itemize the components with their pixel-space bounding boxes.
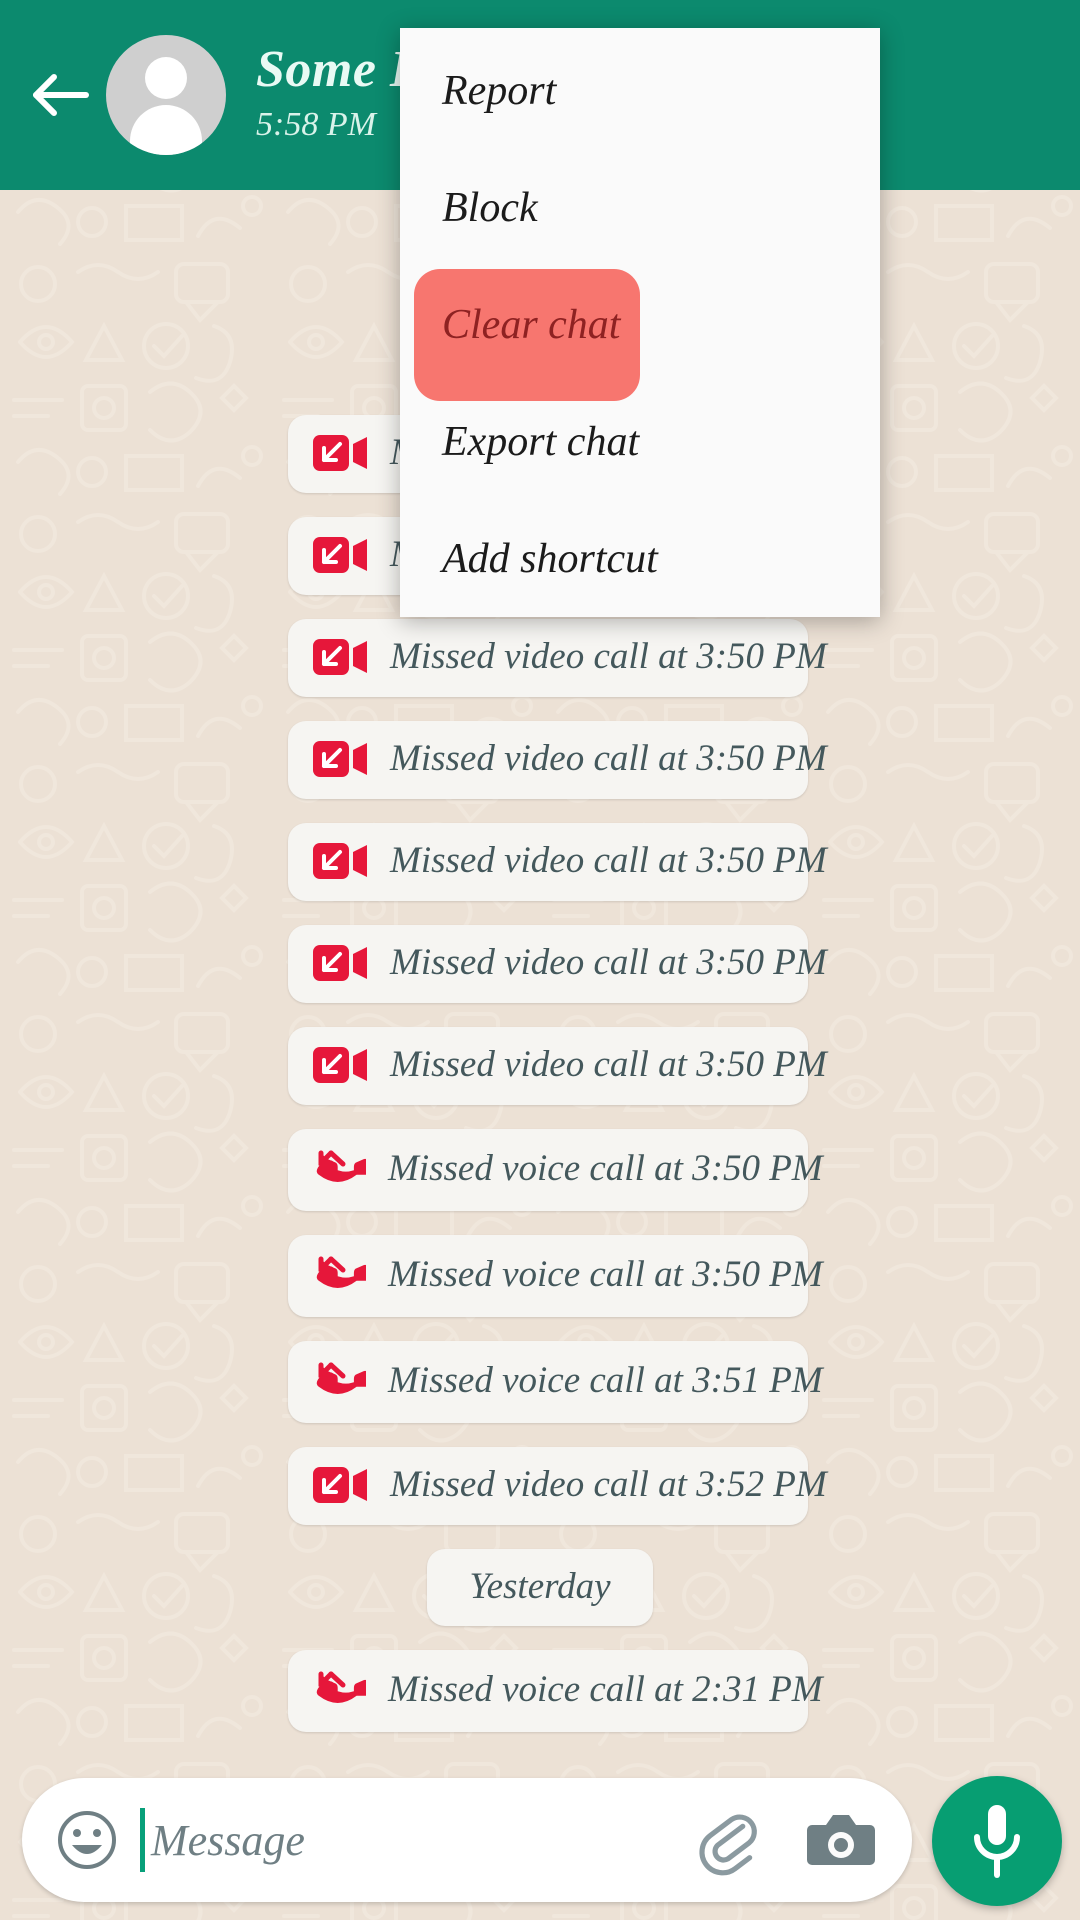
call-message-bubble[interactable]: Missed voice call at 3:51 PM [288, 1341, 823, 1423]
menu-item-export-chat[interactable]: Export chat [400, 383, 880, 500]
message-row[interactable]: Missed video call at 3:50 PM [0, 1027, 1080, 1105]
call-message-bubble[interactable]: Missed video call at 3:50 PM [288, 925, 827, 1003]
message-row[interactable]: Missed video call at 3:52 PM [0, 1447, 1080, 1525]
menu-item-block[interactable]: Block [400, 149, 880, 266]
menu-item-add-shortcut[interactable]: Add shortcut [400, 500, 880, 617]
call-message-text: Missed video call at 3:50 PM [390, 635, 827, 677]
message-input[interactable]: Message [140, 1778, 652, 1902]
text-cursor [140, 1808, 145, 1872]
menu-item-label: Report [442, 67, 557, 114]
message-input-container[interactable]: Message [22, 1778, 912, 1902]
missed-video-call-icon [312, 1463, 368, 1507]
call-message-bubble[interactable]: Missed video call at 3:50 PM [288, 619, 827, 697]
menu-item-report[interactable]: Report [400, 32, 880, 149]
call-message-text: Missed video call at 3:50 PM [390, 941, 827, 983]
call-message-bubble[interactable]: Missed voice call at 3:50 PM [288, 1235, 823, 1317]
message-row[interactable]: Missed video call at 3:50 PM [0, 619, 1080, 697]
paperclip-icon[interactable] [690, 1802, 766, 1878]
call-message-bubble[interactable]: Missed video call at 3:50 PM [288, 1027, 827, 1105]
missed-voice-call-icon [312, 1357, 366, 1405]
missed-video-call-icon [312, 941, 368, 985]
call-message-text: Missed video call at 3:50 PM [390, 1043, 827, 1085]
message-row[interactable]: Missed video call at 3:50 PM [0, 823, 1080, 901]
missed-voice-call-icon [312, 1666, 366, 1714]
message-row[interactable]: Missed voice call at 3:51 PM [0, 1341, 1080, 1423]
menu-item-label: Add shortcut [442, 535, 658, 582]
composer-bar: Message [0, 1770, 1080, 1920]
call-message-bubble[interactable]: Missed voice call at 3:50 PM [288, 1129, 823, 1211]
missed-video-call-icon [312, 839, 368, 883]
menu-item-label: Clear chat [442, 301, 621, 348]
message-row[interactable]: Missed video call at 3:50 PM [0, 721, 1080, 799]
call-message-bubble[interactable]: Missed video call at 3:50 PM [288, 823, 827, 901]
missed-video-call-icon [312, 1043, 368, 1087]
call-message-text: Missed voice call at 3:50 PM [388, 1253, 823, 1295]
voice-record-button[interactable] [932, 1776, 1062, 1906]
call-message-text: Missed video call at 3:52 PM [390, 1463, 827, 1505]
camera-icon[interactable] [804, 1807, 878, 1873]
call-message-bubble[interactable]: Missed video call at 3:52 PM [288, 1447, 827, 1525]
message-row[interactable]: Missed voice call at 3:50 PM [0, 1235, 1080, 1317]
message-row[interactable]: Missed video call at 3:50 PM [0, 925, 1080, 1003]
message-placeholder: Message [151, 1815, 305, 1865]
avatar[interactable] [106, 35, 226, 155]
emoji-smiley-icon[interactable] [56, 1809, 118, 1871]
back-arrow-icon[interactable] [24, 59, 96, 131]
day-divider-label: Yesterday [427, 1549, 653, 1626]
overflow-menu[interactable]: Report Block Clear chat Export chat Add shor… [400, 28, 880, 617]
call-message-bubble[interactable]: Missed voice call at 2:31 PM [288, 1650, 823, 1732]
missed-video-call-icon [312, 737, 368, 781]
call-message-bubble[interactable]: Missed video call at 3:50 PM [288, 721, 827, 799]
menu-item-label: Block [442, 184, 538, 231]
missed-video-call-icon [312, 635, 368, 679]
message-row[interactable]: Missed voice call at 3:50 PM [0, 1129, 1080, 1211]
call-message-text: Missed voice call at 3:50 PM [388, 1147, 823, 1189]
call-message-text: Missed video call at 3:50 PM [390, 839, 827, 881]
day-divider: Yesterday [0, 1549, 1080, 1626]
call-message-text: Missed voice call at 2:31 PM [388, 1668, 823, 1710]
avatar-head [145, 57, 187, 99]
avatar-body [130, 105, 202, 155]
missed-voice-call-icon [312, 1251, 366, 1299]
missed-video-call-icon [312, 431, 368, 475]
menu-item-clear-chat[interactable]: Clear chat [400, 266, 880, 401]
call-message-text: Missed voice call at 3:51 PM [388, 1359, 823, 1401]
call-message-text: Missed video call at 3:50 PM [390, 737, 827, 779]
missed-video-call-icon [312, 533, 368, 577]
missed-voice-call-icon [312, 1145, 366, 1193]
menu-item-label: Export chat [442, 418, 640, 465]
message-row[interactable]: Missed voice call at 2:31 PM [0, 1650, 1080, 1732]
